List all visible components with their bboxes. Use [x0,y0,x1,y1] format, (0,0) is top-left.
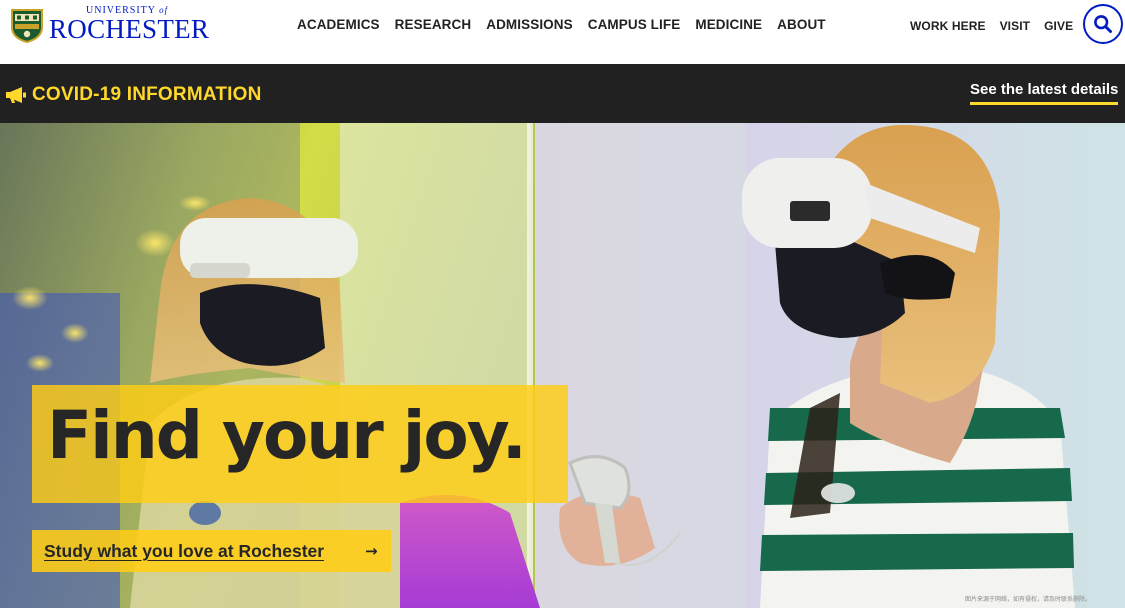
logo-big-text: ROCHESTER [49,14,210,44]
site-header: UNIVERSITY of ROCHESTER ACADEMICS RESEAR… [0,0,1125,64]
covid-title: COVID-19 INFORMATION [32,84,262,105]
nav-work-here[interactable]: WORK HERE [910,19,986,33]
nav-admissions[interactable]: ADMISSIONS [486,17,573,32]
nav-about[interactable]: ABOUT [777,17,826,32]
megaphone-icon [6,87,26,103]
nav-visit[interactable]: VISIT [1000,19,1031,33]
nav-research[interactable]: RESEARCH [395,17,472,32]
search-icon [1094,15,1112,33]
nav-medicine[interactable]: MEDICINE [695,17,762,32]
covid-banner: COVID-19 INFORMATION See the latest deta… [0,64,1125,123]
image-watermark: 图片来源于网络，如有侵权，请及时联系删除。 [965,596,1092,603]
main-nav: ACADEMICS RESEARCH ADMISSIONS CAMPUS LIF… [297,17,841,32]
university-logo[interactable]: UNIVERSITY of ROCHESTER [9,6,209,43]
university-crest-icon [11,8,43,43]
arrow-right-icon: → [365,542,378,560]
search-button[interactable] [1083,4,1123,44]
hero-cta-link[interactable]: Study what you love at Rochester [44,541,324,562]
nav-campus-life[interactable]: CAMPUS LIFE [588,17,681,32]
hero-headline: Find your joy. [47,397,527,474]
nav-give[interactable]: GIVE [1044,19,1073,33]
nav-academics[interactable]: ACADEMICS [297,17,380,32]
utility-nav: WORK HERE VISIT GIVE [910,19,1087,33]
covid-details-link[interactable]: See the latest details [970,81,1119,105]
hero: Find your joy. Study what you love at Ro… [0,123,1125,608]
